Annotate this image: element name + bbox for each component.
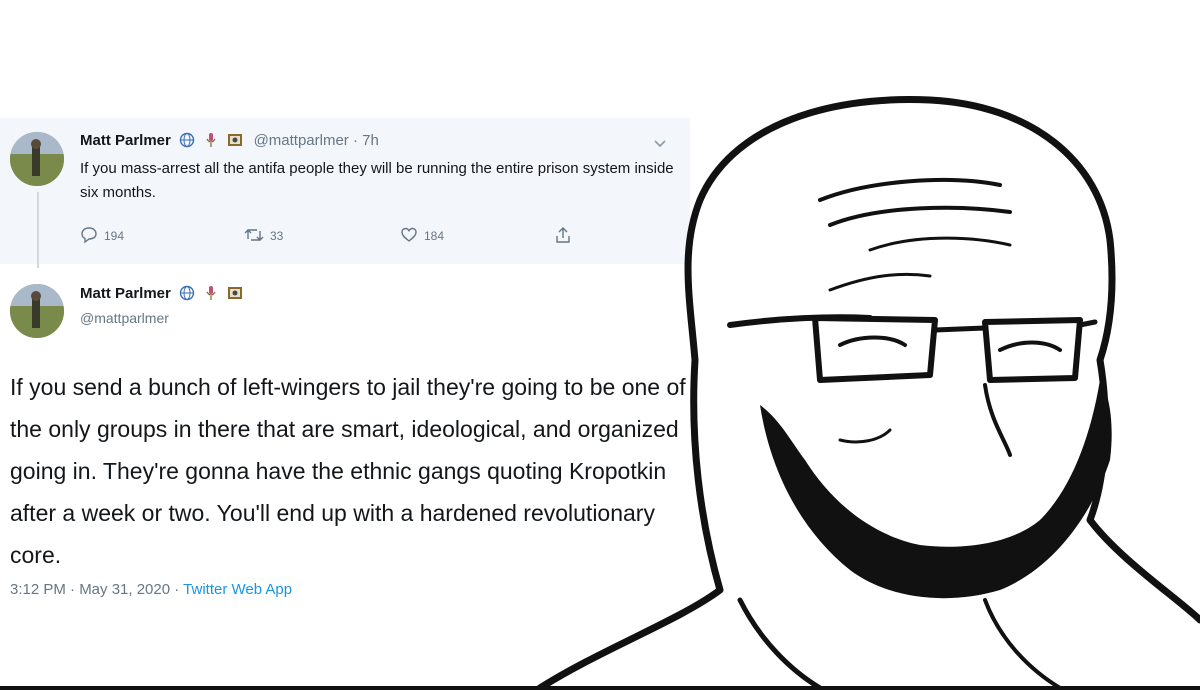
wojak-illustration (536, 96, 1200, 690)
meme-canvas: Matt Parlmer @mattparlmer · 7h If you ma… (0, 0, 1200, 690)
bottom-border (0, 686, 1200, 690)
